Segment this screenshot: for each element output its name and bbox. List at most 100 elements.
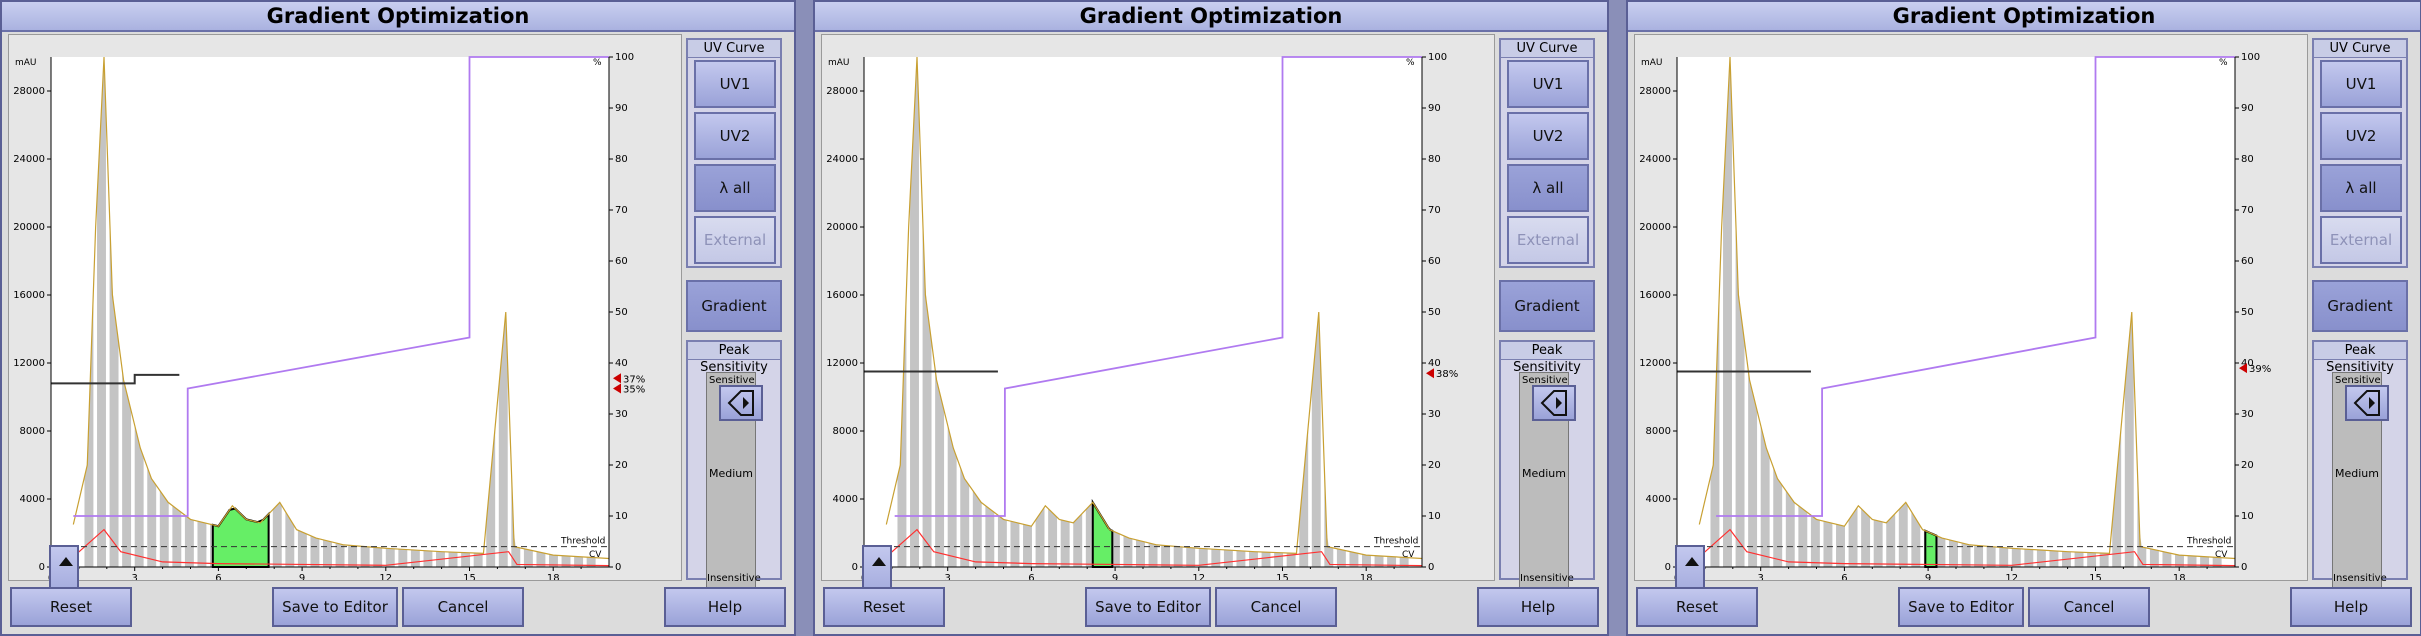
insensitive-label: Insensitive: [707, 573, 761, 584]
peak-band: [1986, 546, 1996, 567]
gradient-button[interactable]: Gradient: [686, 280, 782, 332]
sensitivity-slider-track[interactable]: Sensitive Medium Insensitive: [706, 372, 763, 588]
right-tick-label: 80: [1428, 154, 1441, 165]
sensitivity-slider-knob[interactable]: [2345, 385, 2389, 421]
scroll-up-icon[interactable]: [1685, 557, 1699, 566]
right-tick-label: 40: [1428, 358, 1441, 369]
cancel-button[interactable]: Cancel: [2028, 587, 2150, 627]
uv2-button[interactable]: UV2: [1507, 112, 1589, 160]
uv1-button[interactable]: UV1: [1507, 60, 1589, 108]
gradient-marker-icon: [1426, 368, 1434, 379]
uv1-button[interactable]: UV1: [694, 60, 776, 108]
chromatogram-plot[interactable]: Threshold CV mAU% 0 4000 8000 12000 16000 20000 2…: [1634, 34, 2308, 609]
gradient-marker-label: 35%: [623, 385, 645, 396]
uv-curve-label: UV Curve: [1501, 40, 1593, 58]
right-tick-label: 10: [1428, 511, 1441, 522]
left-tick-label: 28000: [1639, 86, 1671, 97]
save-to-editor-button[interactable]: Save to Editor: [1898, 587, 2024, 627]
chromatogram-plot[interactable]: Threshold CV mAU% 0 4000 8000 12000 16000 20000 2…: [8, 34, 682, 609]
right-tick-label: 90: [1428, 103, 1441, 114]
external-button: External: [2320, 216, 2402, 264]
lambda-all-button[interactable]: λ all: [1507, 164, 1589, 212]
uv2-button[interactable]: UV2: [2320, 112, 2402, 160]
sensitivity-slider-track[interactable]: Sensitive Medium Insensitive: [2332, 372, 2389, 588]
right-tick-label: 90: [615, 103, 628, 114]
left-tick-label: 20000: [13, 222, 45, 233]
peak-sensitivity-label: Peak Sensitivity: [2314, 342, 2406, 375]
scroll-up-icon[interactable]: [872, 557, 886, 566]
uv1-button[interactable]: UV1: [2320, 60, 2402, 108]
left-tick-label: 16000: [826, 290, 858, 301]
peak-band: [348, 545, 358, 567]
left-axis-unit: mAU: [1641, 58, 1663, 68]
medium-label: Medium: [709, 467, 753, 480]
peak-band: [323, 539, 332, 567]
left-tick-label: 24000: [1639, 154, 1671, 165]
peak-band: [1261, 551, 1271, 567]
uv2-button[interactable]: UV2: [694, 112, 776, 160]
reset-button[interactable]: Reset: [823, 587, 945, 627]
peak-band: [2087, 552, 2097, 567]
peak-band: [172, 505, 182, 567]
peak-band: [1936, 535, 1946, 567]
right-tick-label: 70: [1428, 205, 1441, 216]
threshold-label: Threshold: [2186, 537, 2231, 547]
window-title: Gradient Optimization: [1628, 2, 2420, 32]
x-tick-label: 3: [945, 573, 951, 580]
selected-peak: [1924, 529, 1938, 568]
x-tick-label: 6: [1841, 573, 1847, 580]
peak-band: [1136, 539, 1145, 567]
help-button[interactable]: Help: [1477, 587, 1599, 627]
reset-button[interactable]: Reset: [1636, 587, 1758, 627]
chromatogram-plot[interactable]: Threshold CV mAU% 0 4000 8000 12000 16000 20000 2…: [821, 34, 1495, 609]
right-tick-label: 50: [1428, 307, 1441, 318]
peak-band: [1999, 547, 2009, 567]
peak-band: [1861, 508, 1871, 567]
left-tick-label: 24000: [13, 154, 45, 165]
gradient-button[interactable]: Gradient: [2312, 280, 2408, 332]
reset-button[interactable]: Reset: [10, 587, 132, 627]
window-title: Gradient Optimization: [2, 2, 794, 32]
right-axis-unit: %: [593, 58, 602, 68]
right-tick-label: 30: [615, 409, 628, 420]
sensitivity-slider-track[interactable]: Sensitive Medium Insensitive: [1519, 372, 1576, 588]
uv-curve-label: UV Curve: [688, 40, 780, 58]
right-tick-label: 80: [615, 154, 628, 165]
cancel-button[interactable]: Cancel: [1215, 587, 1337, 627]
peak-band: [1010, 521, 1020, 567]
threshold-label: Threshold: [1373, 537, 1418, 547]
peak-band: [1823, 521, 1833, 567]
window-title: Gradient Optimization: [815, 2, 1607, 32]
right-tick-label: 0: [1428, 562, 1434, 573]
save-to-editor-button[interactable]: Save to Editor: [272, 587, 398, 627]
left-tick-label: 12000: [1639, 358, 1671, 369]
lambda-all-button[interactable]: λ all: [2320, 164, 2402, 212]
peak-band: [272, 502, 282, 567]
chromatogram-svg: Threshold CV mAU % 0 4000 8000 12000 16000 20000 2…: [13, 52, 645, 580]
sensitivity-slider-knob[interactable]: [1532, 385, 1576, 421]
sensitivity-slider-knob[interactable]: [719, 385, 763, 421]
chromatogram-svg: Threshold CV mAU % 0 4000 8000 12000 16000 20000 2…: [826, 52, 1458, 580]
right-tick-label: 70: [2241, 205, 2254, 216]
cancel-button[interactable]: Cancel: [402, 587, 524, 627]
peak-band: [1836, 524, 1845, 567]
help-button[interactable]: Help: [664, 587, 786, 627]
peak-band: [461, 552, 471, 567]
uv-curve-group: UV Curve UV1 UV2 λ all External: [2312, 38, 2408, 268]
peak-band: [1173, 546, 1183, 567]
slider-knob-icon: [727, 390, 754, 416]
lambda-all-button[interactable]: λ all: [694, 164, 776, 212]
medium-label: Medium: [2335, 467, 2379, 480]
scroll-up-icon[interactable]: [59, 557, 73, 566]
peak-band: [410, 549, 420, 567]
peak-band: [1798, 505, 1808, 567]
save-to-editor-button[interactable]: Save to Editor: [1085, 587, 1211, 627]
left-tick-label: 28000: [826, 86, 858, 97]
gradient-marker-label: 38%: [1436, 369, 1458, 380]
peak-band: [1949, 539, 1958, 567]
help-button[interactable]: Help: [2290, 587, 2412, 627]
gradient-button[interactable]: Gradient: [1499, 280, 1595, 332]
uv-curve-group: UV Curve UV1 UV2 λ all External: [686, 38, 782, 268]
left-tick-label: 4000: [833, 494, 858, 505]
left-tick-label: 0: [1665, 562, 1671, 573]
